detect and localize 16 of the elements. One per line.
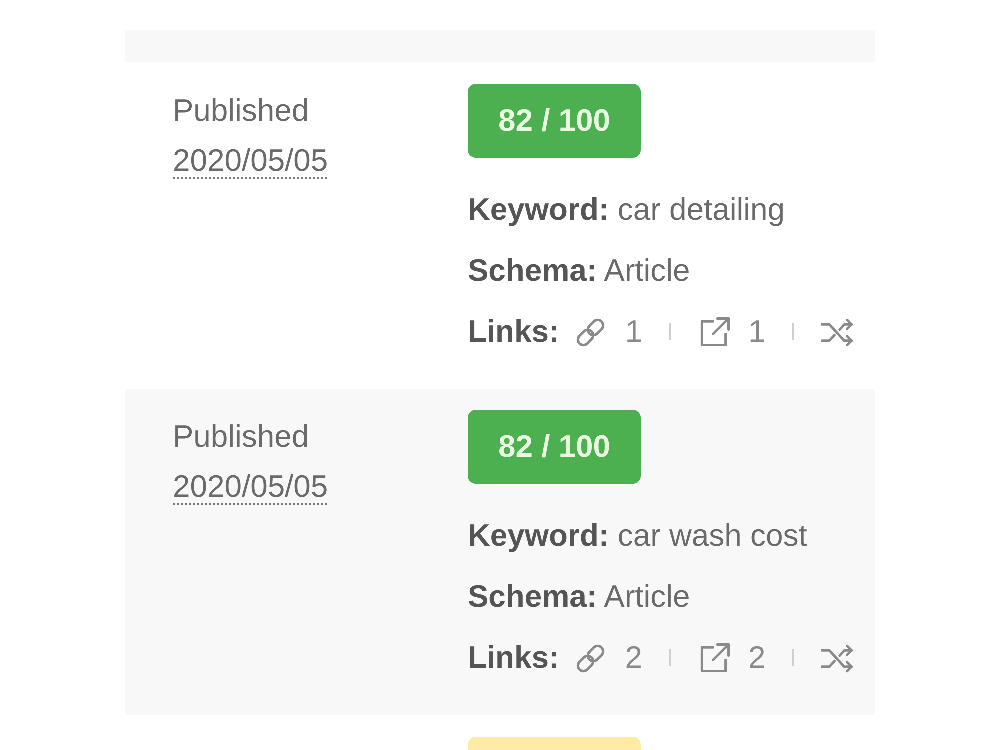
- keyword-text: Keyword: car wash cost: [468, 517, 808, 555]
- post-status: Published: [173, 418, 310, 456]
- links-label: Links:: [468, 313, 560, 351]
- links-label: Links:: [468, 639, 560, 677]
- post-status: Published: [173, 92, 310, 130]
- link-count: 2: [748, 639, 766, 677]
- link-count: 1: [625, 313, 643, 351]
- publish-date: 2020/05/05: [173, 468, 330, 506]
- publish-date: 2020/05/05: [173, 142, 330, 180]
- link-count: 2: [625, 639, 643, 677]
- link-count: 1: [748, 313, 766, 351]
- keyword-text: Keyword: car detailing: [468, 191, 786, 229]
- seo-score-badge: 82 / 100: [468, 84, 641, 158]
- schema-text: Schema: Article: [468, 252, 690, 290]
- schema-text: Schema: Article: [468, 578, 690, 616]
- seo-score-badge: 82 / 100: [468, 410, 641, 484]
